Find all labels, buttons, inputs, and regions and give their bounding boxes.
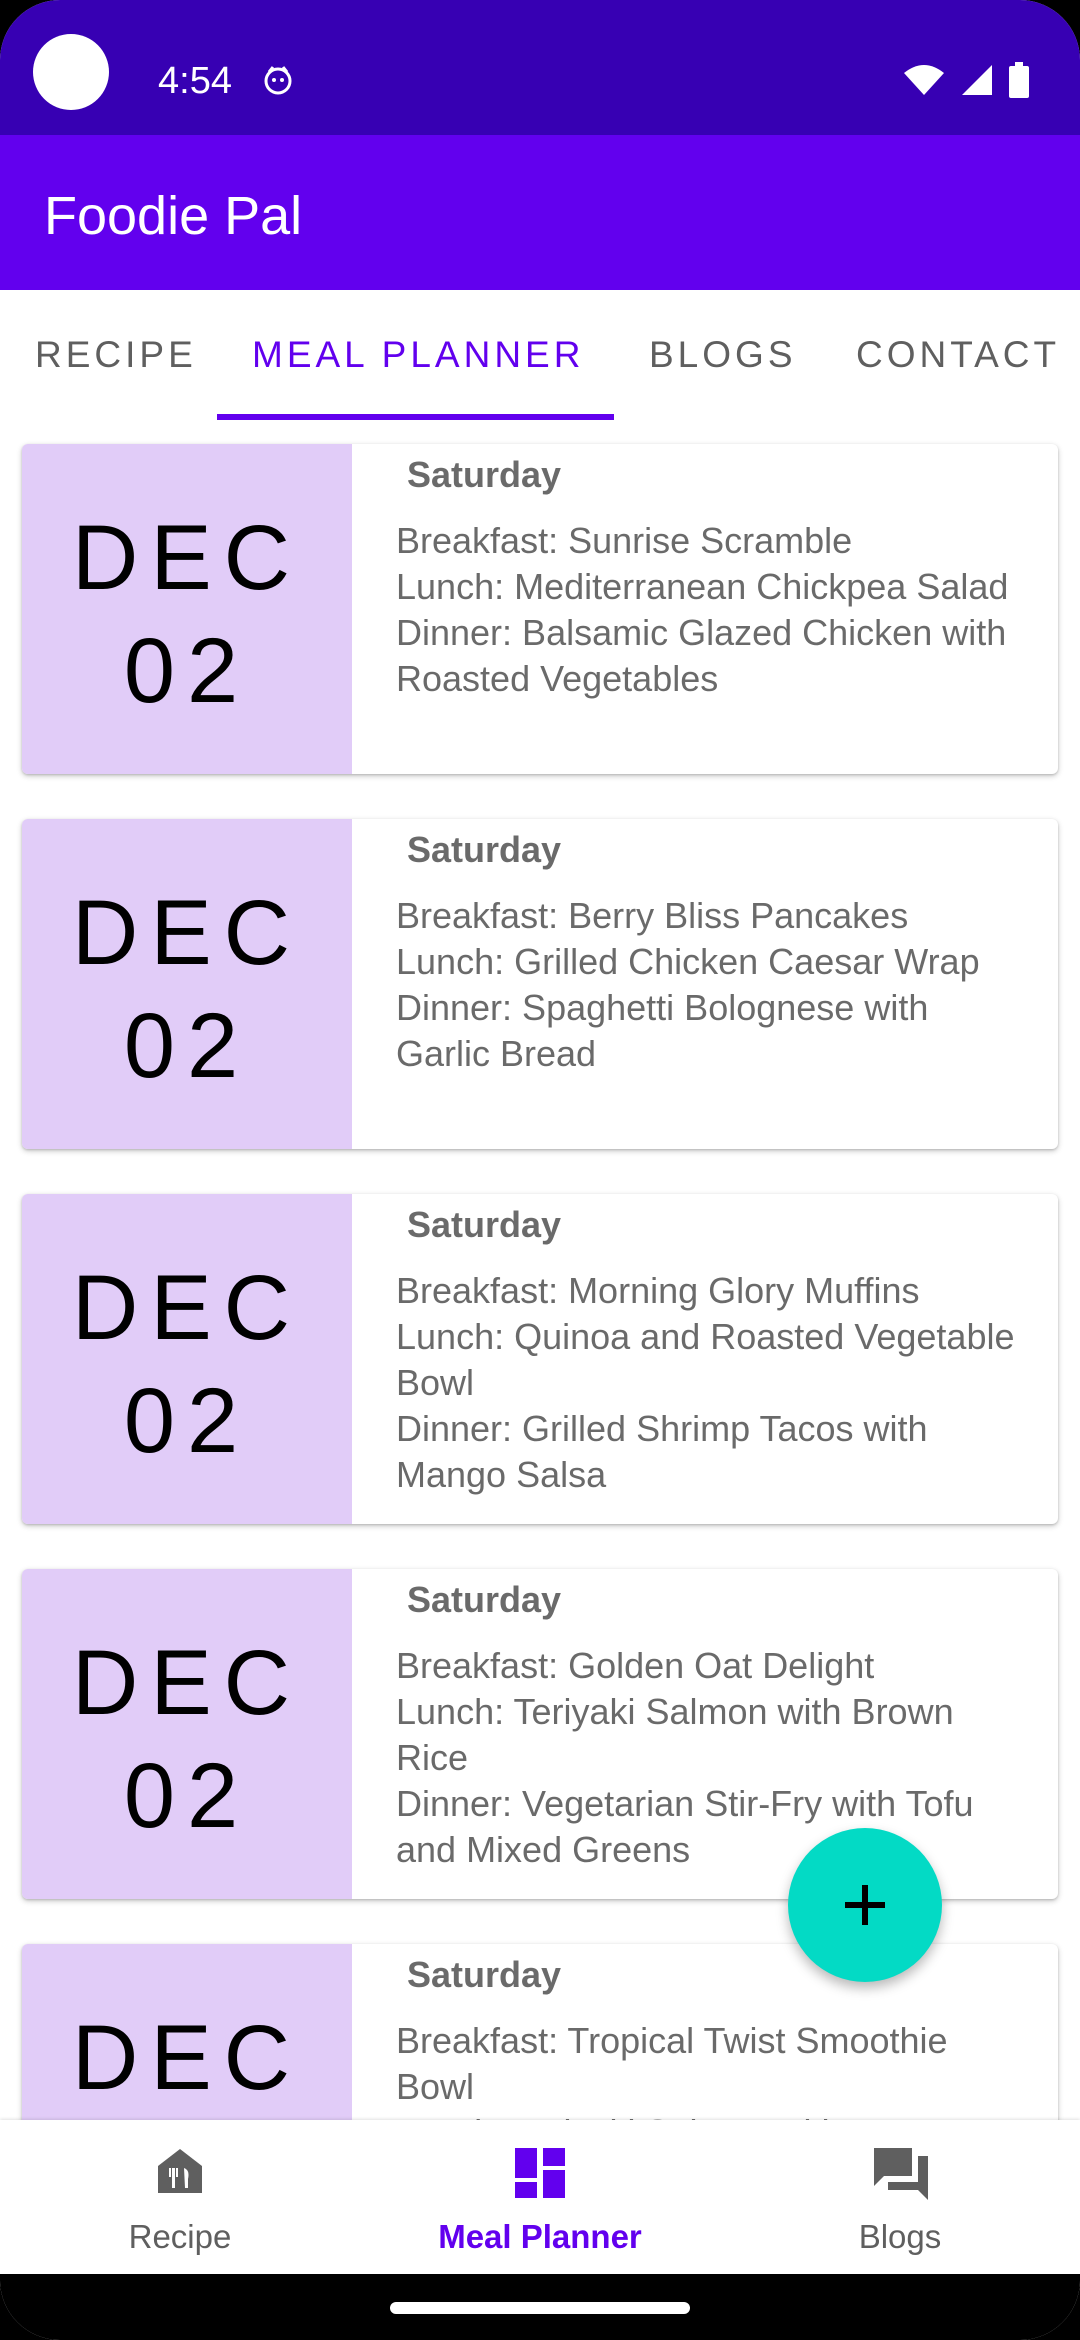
breakfast-text: Breakfast: Morning Glory Muffins	[396, 1270, 920, 1311]
date-block: DEC 02	[22, 1194, 352, 1524]
date-month: DEC	[71, 1257, 303, 1359]
app-bar: Foodie Pal	[0, 135, 1080, 290]
lunch-text: Lunch: Mediterranean Chickpea Salad	[396, 566, 1009, 607]
meal-details: Breakfast: Tropical Twist Smoothie Bowl …	[396, 2018, 1016, 2122]
nav-label-meal-planner: Meal Planner	[438, 2218, 642, 2255]
cellular-icon	[962, 65, 992, 95]
date-month: DEC	[71, 507, 303, 609]
nav-label-blogs: Blogs	[858, 2218, 942, 2255]
date-day: 02	[123, 995, 251, 1097]
weekday-label: Saturday	[407, 1204, 562, 1245]
forum-icon	[874, 2148, 928, 2200]
nav-item-blogs[interactable]: Blogs	[720, 2120, 1080, 2274]
dinner-text: Dinner: Balsamic Glazed Chicken with Roa…	[396, 612, 1007, 699]
add-meal-plan-button[interactable]	[788, 1828, 942, 1982]
meal-plan-card[interactable]: DEC 02 Saturday Breakfast: Morning Glory…	[22, 1194, 1058, 1524]
screen: 4:54 Foodie Pal RECIPE MEAL PLANNER BLOG…	[0, 0, 1080, 2340]
plus-icon	[845, 1885, 885, 1925]
breakfast-text: Breakfast: Tropical Twist Smoothie Bowl	[396, 2020, 948, 2107]
date-block: DEC 02	[22, 819, 352, 1149]
breakfast-text: Breakfast: Golden Oat Delight	[396, 1645, 875, 1686]
weekday-label: Saturday	[407, 1954, 562, 1995]
date-month: DEC	[71, 882, 303, 984]
nav-item-recipe[interactable]: Recipe	[0, 2120, 360, 2274]
tab-bar: RECIPE MEAL PLANNER BLOGS CONTACT	[0, 290, 1080, 422]
meal-plan-card[interactable]: DEC 02 Saturday Breakfast: Sunrise Scram…	[22, 444, 1058, 774]
date-month: DEC	[71, 1632, 303, 1734]
weekday-label: Saturday	[407, 454, 562, 495]
breakfast-text: Breakfast: Berry Bliss Pancakes	[396, 895, 909, 936]
lunch-text: Lunch: Grilled Chicken Caesar Wrap	[396, 941, 980, 982]
camera-cutout	[33, 34, 109, 110]
tab-meal-planner[interactable]: MEAL PLANNER	[252, 334, 584, 376]
restaurant-icon	[158, 2149, 202, 2193]
wifi-icon	[904, 65, 944, 95]
weekday-label: Saturday	[407, 1579, 562, 1620]
weekday-label: Saturday	[407, 829, 562, 870]
battery-icon	[1009, 62, 1029, 98]
lunch-text: Lunch: Quinoa and Roasted Vegetable Bowl	[396, 1316, 1015, 1403]
dashboard-icon	[515, 2148, 565, 2198]
date-block: DEC 02	[22, 1569, 352, 1899]
tab-blogs[interactable]: BLOGS	[649, 334, 797, 376]
meal-details: Breakfast: Golden Oat Delight Lunch: Ter…	[396, 1643, 1016, 1873]
date-block: DEC 02	[22, 444, 352, 774]
date-day: 02	[123, 1745, 251, 1847]
date-day: 02	[123, 620, 251, 722]
app-title: Foodie Pal	[44, 186, 303, 246]
tab-contact[interactable]: CONTACT	[856, 334, 1060, 376]
nav-item-meal-planner[interactable]: Meal Planner	[360, 2120, 720, 2274]
notification-icon	[264, 66, 292, 95]
status-icons	[902, 62, 1030, 98]
date-day: 02	[123, 1370, 251, 1472]
dinner-text: Dinner: Grilled Shrimp Tacos with Mango …	[396, 1408, 928, 1495]
tab-recipe[interactable]: RECIPE	[35, 334, 197, 376]
meal-details: Breakfast: Berry Bliss Pancakes Lunch: G…	[396, 893, 1016, 1077]
home-gesture-bar[interactable]	[390, 2302, 690, 2314]
date-block: DEC 02	[22, 1944, 352, 2122]
meal-details: Breakfast: Sunrise Scramble Lunch: Medit…	[396, 518, 1016, 702]
lunch-text: Lunch: Teriyaki Salmon with Brown Rice	[396, 1691, 954, 1778]
status-time: 4:54	[158, 60, 232, 102]
tab-indicator	[217, 414, 614, 420]
date-month: DEC	[71, 2007, 303, 2109]
breakfast-text: Breakfast: Sunrise Scramble	[396, 520, 853, 561]
dinner-text: Dinner: Spaghetti Bolognese with Garlic …	[396, 987, 929, 1074]
meal-details: Breakfast: Morning Glory Muffins Lunch: …	[396, 1268, 1016, 1498]
nav-label-recipe: Recipe	[128, 2218, 232, 2255]
status-bar: 4:54	[0, 0, 1080, 135]
meal-plan-card[interactable]: DEC 02 Saturday Breakfast: Berry Bliss P…	[22, 819, 1058, 1149]
bottom-navigation: Recipe Meal Planner Blogs	[0, 2120, 1080, 2274]
